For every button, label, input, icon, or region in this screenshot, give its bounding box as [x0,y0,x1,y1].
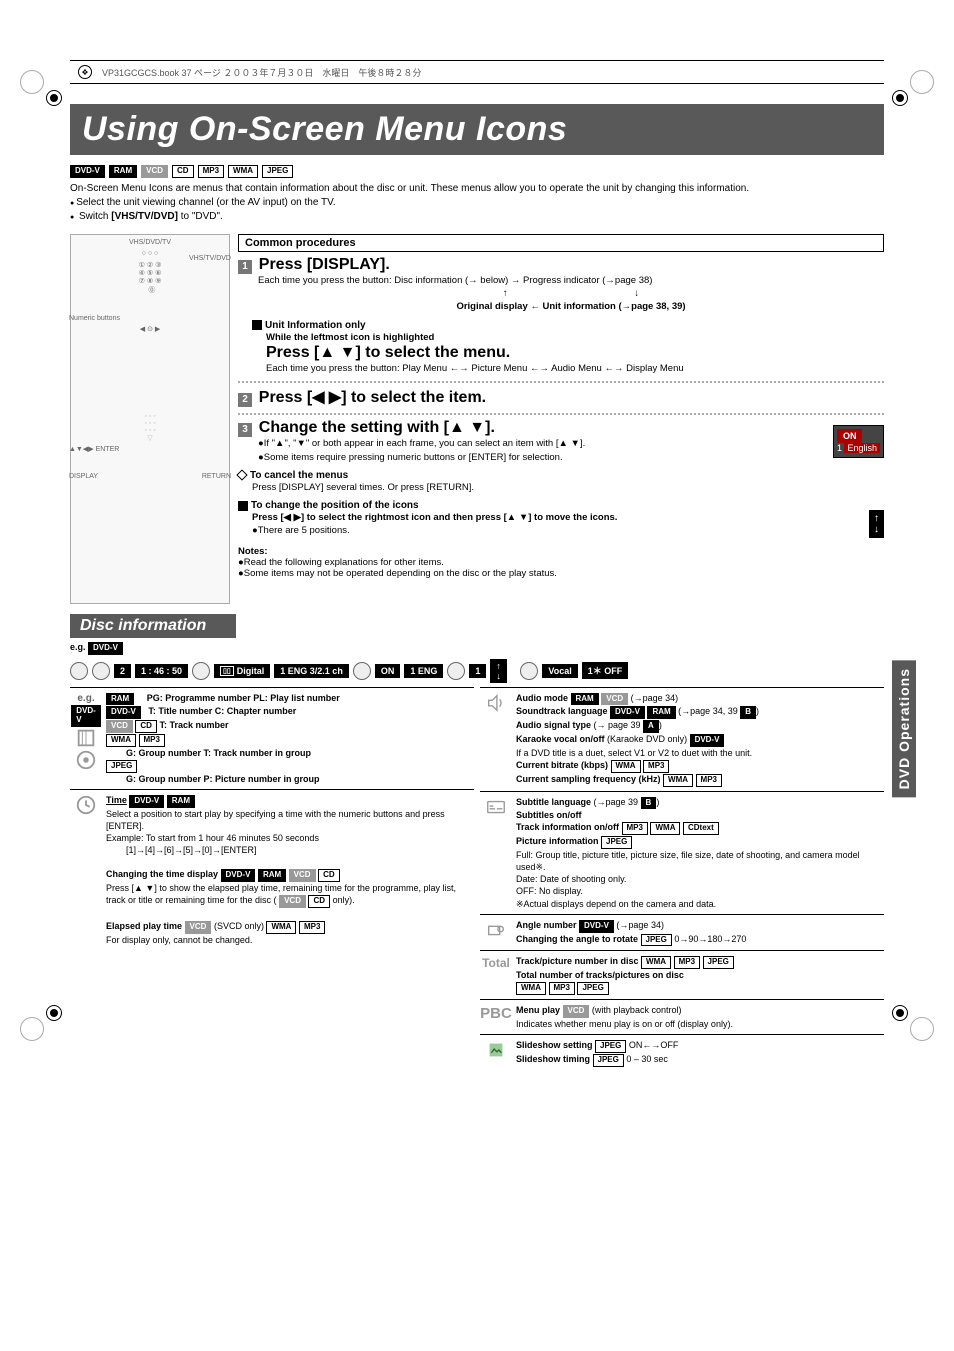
osd-lang: English [844,443,880,453]
osd-icon-audio [192,662,210,680]
step-2-number: 2 [238,393,252,407]
osd-vocal-label: Vocal [542,664,577,678]
changepos-sub: There are 5 positions. [258,525,350,536]
notes-hd: Notes: [238,546,268,557]
notes-a: Read the following explanations for othe… [244,557,444,568]
step-1-heading: Press [DISPLAY]. [259,256,390,273]
osd-example: 2 1 : 46 : 50 ▯▯ Digital 1 ENG 3/2.1 ch … [70,659,884,683]
osd-vocal-val: 1＊ OFF [582,662,629,679]
osd-icon-title [70,662,88,680]
osd-seg-sub-lang: 1 ENG [404,664,443,678]
notes-b: Some items may not be operated depending… [244,568,557,579]
label-enter: ▲▼◀▶ ENTER [69,445,119,453]
unitinfo-sub: While the leftmost icon is highlighted [266,331,884,344]
label-display: DISPLAY [69,473,98,480]
unitinfo-line: Each time you press the button: Play Men… [266,362,884,375]
cell-subtitle-info: Subtitle language (→page 39 B) Subtitles… [480,791,884,914]
osd-seg-audio2: 1 ENG 3/2.1 ch [274,664,349,678]
intro-line-2: Select the unit viewing channel (or the … [76,197,335,208]
remote-diagram: VHS/DVD/TV ○ ○ ○ ① ② ③④ ⑤ ⑥⑦ ⑧ ⑨ ⓪ Numer… [70,234,230,604]
eg-label: e.g. [70,642,86,652]
badge-dvd-v: DVD-V [70,165,105,178]
supported-formats: DVD-V RAM VCD CD MP3 WMA JPEG [70,165,884,178]
badge-ram: RAM [109,165,137,178]
osd-icon-subtitle [353,662,371,680]
badge-wma: WMA [228,165,258,178]
intro-line-3c: to "DVD". [178,211,223,222]
badge-vcd: VCD [141,165,168,178]
osd-seg-audio: ▯▯ Digital [214,664,270,678]
badge-mp3: MP3 [198,165,224,178]
eg-badge: DVD-V [88,642,123,655]
osd-seg-angle: 1 [469,664,486,678]
unitinfo-hd: Unit Information only [265,320,366,331]
unitinfo-head: Press [▲ ▼] to select the menu. [266,344,884,362]
label-return: RETURN [202,473,231,480]
cancel-hd: To cancel the menus [250,470,348,481]
osd-icon-angle [447,662,465,680]
step-3-b2: Some items require pressing numeric butt… [264,452,563,463]
cell-angle-info: Angle number DVD-V (→page 34) Changing t… [480,914,884,951]
changepos-line: Press [◀ ▶] to select the rightmost icon… [252,511,884,524]
label-vhs-tv-dvd: VHS/TV/DVD [189,255,231,262]
badge-jpeg: JPEG [262,165,293,178]
side-tab: DVD Operations [892,660,916,797]
cell-time-info: Time DVD-V RAM Select a position to star… [70,789,474,950]
intro-line-3a: Switch [79,211,111,222]
common-procedures-heading: Common procedures [238,234,884,252]
label-numeric: Numeric buttons [69,315,120,322]
doc-filename: VP31GCGCS.book 37 ページ ２００３年７月３０日 水曜日 午後８… [102,66,421,79]
step-1-line-1: Each time you press the button: Disc inf… [258,274,884,287]
osd-seg-sub-on: ON [375,664,401,678]
cell-title-info: e.g. DVD-V RAM PG: Programme number PL: … [70,687,474,789]
osd-seg-move: ↑↓ [490,659,507,683]
osd-icon-vocal [520,662,538,680]
badge-cd: CD [172,165,194,178]
intro-line-1: On-Screen Menu Icons are menus that cont… [70,182,884,196]
intro-text: On-Screen Menu Icons are menus that cont… [70,182,884,224]
osd-seg-title: 2 [114,664,131,678]
doc-header: ❖ VP31GCGCS.book 37 ページ ２００３年７月３０日 水曜日 午… [70,60,884,84]
remote-heading: VHS/DVD/TV [75,239,225,246]
cell-pbc-info: PBC Menu play VCD (with playback control… [480,999,884,1034]
intro-line-3b: [VHS/TV/DVD] [111,211,178,222]
step-3-number: 3 [238,423,252,437]
cell-audio-info: Audio mode RAM VCD (→page 34) Soundtrack… [480,687,884,791]
step-3-b1: If "▲", "▼" or both appear in each frame… [264,438,585,449]
page-title: Using On-Screen Menu Icons [70,104,884,155]
osd-icon-time [92,662,110,680]
step-1-number: 1 [238,260,252,274]
book-icon: ❖ [78,65,92,79]
changepos-hd: To change the position of the icons [251,500,419,511]
osd-seg-time: 1 : 46 : 50 [135,664,188,678]
step-3-heading: Change the setting with [▲ ▼]. [259,419,495,436]
disc-info-heading: Disc information [70,614,236,638]
step-1-line-2: Original display ← Unit information (→pa… [258,300,884,313]
step-2-heading: Press [◀ ▶] to select the item. [259,389,486,406]
cell-slideshow-info: Slideshow setting JPEG ON←→OFF Slideshow… [480,1034,884,1071]
osd-on: ON [837,429,863,443]
cancel-body: Press [DISPLAY] several times. Or press … [252,481,884,494]
cell-total-info: Total Track/picture number in disc WMA M… [480,950,884,999]
